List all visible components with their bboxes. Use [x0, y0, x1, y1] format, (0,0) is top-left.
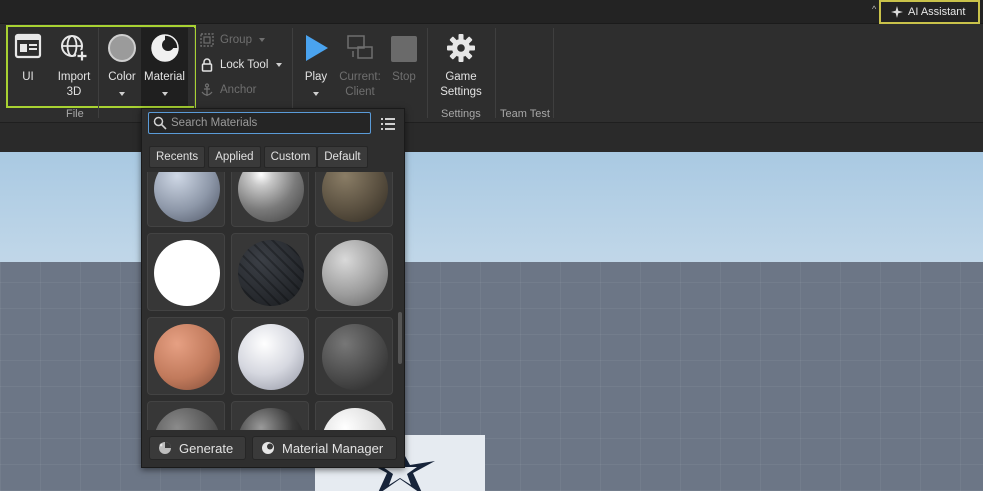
- material-tile[interactable]: [315, 401, 393, 430]
- import-3d-button[interactable]: Import 3D: [52, 30, 96, 100]
- search-icon: [153, 116, 167, 130]
- material-picker-popup: Recents Applied Custom Default Generate: [141, 108, 405, 468]
- generate-button[interactable]: Generate: [149, 436, 246, 460]
- material-grid-scrollbar[interactable]: [398, 312, 402, 364]
- material-tile[interactable]: [231, 172, 309, 227]
- stop-button[interactable]: Stop: [386, 30, 422, 102]
- material-preview-sphere: [238, 408, 304, 430]
- group-button[interactable]: Group: [200, 31, 265, 49]
- material-tile[interactable]: [315, 233, 393, 311]
- material-preview-sphere: [322, 408, 388, 430]
- client-icon: [347, 35, 373, 59]
- generate-label: Generate: [179, 440, 234, 456]
- material-manager-button[interactable]: Material Manager: [252, 436, 397, 460]
- ribbon-separator: [495, 28, 496, 118]
- anchor-icon: [201, 83, 213, 96]
- group-label: Group: [220, 34, 252, 46]
- material-preview-sphere: [154, 240, 220, 306]
- material-tile[interactable]: [231, 401, 309, 430]
- sparkle-icon: [891, 6, 903, 18]
- play-button[interactable]: Play: [296, 30, 336, 102]
- ribbon-separator: [292, 28, 293, 118]
- material-preview-sphere: [322, 240, 388, 306]
- material-manager-icon: [262, 442, 274, 454]
- generate-icon: [159, 442, 171, 454]
- game-settings-label-line1: Game: [445, 71, 477, 83]
- game-settings-label-line2: Settings: [440, 86, 482, 98]
- play-label: Play: [304, 71, 328, 83]
- tab-recents[interactable]: Recents: [149, 146, 206, 168]
- section-label-settings: Settings: [441, 108, 481, 120]
- material-tile[interactable]: [147, 233, 225, 311]
- section-label-file: File: [66, 108, 84, 120]
- material-tile[interactable]: [147, 317, 225, 395]
- import-3d-label-line1: Import: [57, 71, 91, 83]
- material-tile[interactable]: [231, 233, 309, 311]
- collapse-caret-icon[interactable]: ^: [872, 4, 876, 14]
- lock-icon: [201, 58, 213, 72]
- group-dropdown-caret-icon: [258, 38, 265, 42]
- material-tile[interactable]: [147, 401, 225, 430]
- section-label-team-test: Team Test: [500, 108, 550, 120]
- material-tile[interactable]: [231, 317, 309, 395]
- material-tile[interactable]: [315, 317, 393, 395]
- material-filter-tabs: Recents Applied Custom Default: [149, 146, 368, 168]
- current-client-button[interactable]: Current: Client: [337, 30, 383, 102]
- material-preview-sphere: [154, 408, 220, 430]
- material-preview-sphere: [238, 172, 304, 222]
- current-client-label-line1: Current:: [339, 71, 381, 83]
- ai-assistant-label: AI Assistant: [908, 6, 966, 18]
- material-preview-sphere: [154, 172, 220, 222]
- material-tile[interactable]: [315, 172, 393, 227]
- anchor-button[interactable]: Anchor: [200, 81, 256, 99]
- top-bar: ^ AI Assistant: [0, 0, 983, 24]
- ribbon-separator: [427, 28, 428, 118]
- material-button[interactable]: Material: [141, 28, 188, 106]
- current-client-label-line2: Client: [345, 86, 375, 98]
- color-button[interactable]: Color: [102, 30, 142, 102]
- tab-default[interactable]: Default: [317, 146, 368, 168]
- color-swatch-icon: [108, 34, 136, 62]
- material-preview-sphere: [238, 324, 304, 390]
- material-tile[interactable]: [147, 172, 225, 227]
- anchor-label: Anchor: [220, 84, 257, 96]
- game-settings-button[interactable]: Game Settings: [436, 30, 486, 102]
- ribbon-separator: [194, 28, 195, 118]
- color-dropdown-caret-icon: [119, 92, 125, 96]
- material-preview-sphere: [238, 240, 304, 306]
- gear-icon: [447, 34, 475, 62]
- material-grid: [147, 172, 393, 430]
- import-3d-label-line2: 3D: [66, 86, 82, 98]
- play-dropdown-caret-icon: [313, 92, 319, 96]
- stop-label: Stop: [392, 71, 416, 83]
- ui-icon: [14, 33, 42, 59]
- material-search-input[interactable]: [171, 115, 367, 131]
- material-preview-sphere: [322, 172, 388, 222]
- material-icon: [150, 34, 179, 62]
- lock-tool-dropdown-caret-icon: [276, 63, 283, 67]
- material-search-box[interactable]: [148, 112, 371, 134]
- import-3d-icon: [61, 35, 88, 62]
- tab-applied[interactable]: Applied: [208, 146, 261, 168]
- ui-button[interactable]: UI: [12, 30, 44, 90]
- ai-assistant-button[interactable]: AI Assistant: [890, 4, 965, 20]
- material-manager-label: Material Manager: [282, 440, 384, 456]
- ribbon-separator: [98, 28, 99, 118]
- list-view-icon[interactable]: [381, 117, 395, 131]
- material-preview-sphere: [154, 324, 220, 390]
- ribbon-separator: [553, 28, 554, 118]
- material-label: Material: [144, 71, 185, 83]
- tab-custom[interactable]: Custom: [263, 146, 318, 168]
- group-icon: [200, 33, 214, 47]
- ui-label: UI: [22, 71, 34, 83]
- lock-tool-button[interactable]: Lock Tool: [200, 56, 283, 74]
- material-preview-sphere: [322, 324, 388, 390]
- lock-tool-label: Lock Tool: [220, 59, 269, 71]
- color-label: Color: [108, 71, 136, 83]
- play-icon: [306, 35, 328, 61]
- stop-icon: [391, 36, 417, 62]
- material-dropdown-caret-icon: [161, 92, 168, 96]
